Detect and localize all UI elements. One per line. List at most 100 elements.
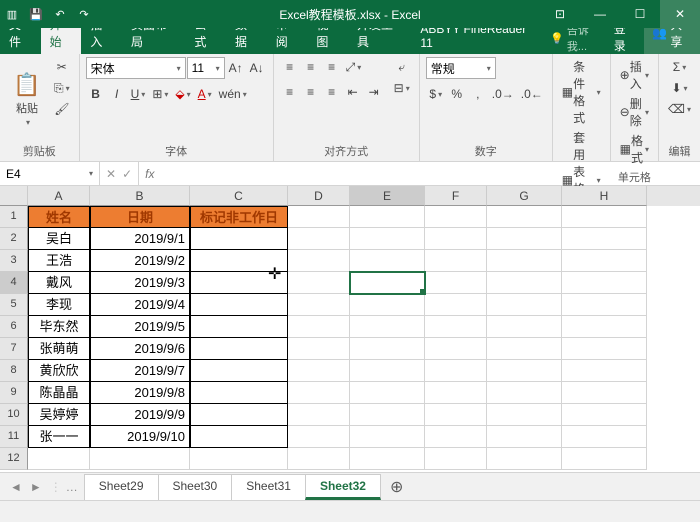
maximize-icon[interactable]: ☐ — [620, 0, 660, 28]
italic-button[interactable]: I — [107, 84, 127, 104]
cell[interactable] — [190, 272, 288, 294]
cell[interactable] — [350, 228, 425, 250]
sheet-tab[interactable]: Sheet29 — [84, 474, 159, 500]
wrap-text-icon[interactable]: ⤶ — [391, 57, 413, 77]
cell[interactable] — [562, 448, 647, 470]
app-menu-icon[interactable]: ▥ — [0, 8, 24, 21]
cell[interactable]: 2019/9/10 — [90, 426, 190, 448]
row-header[interactable]: 8 — [0, 360, 28, 382]
cell[interactable] — [487, 294, 562, 316]
accept-formula-icon[interactable]: ✓ — [122, 167, 132, 181]
cell[interactable] — [425, 404, 487, 426]
cell[interactable] — [350, 272, 425, 294]
decrease-font-icon[interactable]: A↓ — [247, 57, 267, 79]
cell[interactable] — [425, 272, 487, 294]
cell[interactable] — [425, 360, 487, 382]
cell[interactable]: 日期 — [90, 206, 190, 228]
undo-icon[interactable]: ↶ — [48, 8, 72, 21]
delete-cells-button[interactable]: ⊖ 删除▾ — [617, 94, 652, 130]
clear-icon[interactable]: ⌫▾ — [665, 99, 694, 119]
cell[interactable] — [288, 448, 350, 470]
cell[interactable]: 2019/9/2 — [90, 250, 190, 272]
cell[interactable] — [562, 250, 647, 272]
cell[interactable] — [350, 382, 425, 404]
cell[interactable]: 李现 — [28, 294, 90, 316]
save-icon[interactable]: 💾 — [24, 8, 48, 21]
underline-button[interactable]: U▾ — [128, 84, 149, 104]
align-middle-icon[interactable]: ≡ — [301, 57, 321, 77]
decrease-decimal-icon[interactable]: .0← — [518, 84, 546, 104]
cell[interactable]: 张一一 — [28, 426, 90, 448]
cell[interactable] — [350, 426, 425, 448]
row-header[interactable]: 9 — [0, 382, 28, 404]
cell[interactable] — [288, 272, 350, 294]
help-icon[interactable]: ⊡ — [540, 0, 580, 28]
cell[interactable] — [425, 338, 487, 360]
cell[interactable] — [350, 250, 425, 272]
cell[interactable]: 毕东然 — [28, 316, 90, 338]
row-header[interactable]: 3 — [0, 250, 28, 272]
border-button[interactable]: ⊞▾ — [149, 84, 171, 104]
cell[interactable] — [487, 250, 562, 272]
cell[interactable] — [288, 360, 350, 382]
cell[interactable] — [288, 316, 350, 338]
cell[interactable] — [425, 206, 487, 228]
cell[interactable] — [190, 228, 288, 250]
cut-icon[interactable]: ✂ — [51, 57, 73, 77]
cell[interactable] — [190, 360, 288, 382]
col-header-H[interactable]: H — [562, 186, 647, 206]
align-right-icon[interactable]: ≡ — [322, 82, 342, 102]
increase-decimal-icon[interactable]: .0→ — [489, 84, 517, 104]
cell[interactable] — [190, 426, 288, 448]
sheet-nav-prev-icon[interactable]: ◄ — [6, 480, 26, 494]
col-header-G[interactable]: G — [487, 186, 562, 206]
row-header[interactable]: 7 — [0, 338, 28, 360]
format-painter-icon[interactable]: 🖌 — [51, 99, 73, 119]
insert-cells-button[interactable]: ⊕ 插入▾ — [617, 57, 652, 93]
cell[interactable] — [487, 206, 562, 228]
cell[interactable]: 2019/9/4 — [90, 294, 190, 316]
cell[interactable] — [562, 382, 647, 404]
row-header[interactable]: 11 — [0, 426, 28, 448]
row-header[interactable]: 6 — [0, 316, 28, 338]
format-cells-button[interactable]: ▦ 格式▾ — [617, 131, 652, 167]
cell[interactable]: 2019/9/1 — [90, 228, 190, 250]
cell[interactable]: 2019/9/5 — [90, 316, 190, 338]
font-size-select[interactable]: 11▾ — [187, 57, 225, 79]
cell[interactable] — [487, 272, 562, 294]
cell[interactable] — [190, 448, 288, 470]
row-header[interactable]: 12 — [0, 448, 28, 470]
redo-icon[interactable]: ↷ — [72, 8, 96, 21]
sheet-tab[interactable]: Sheet32 — [305, 474, 381, 500]
cell[interactable] — [425, 382, 487, 404]
cell[interactable] — [425, 426, 487, 448]
row-header[interactable]: 4 — [0, 272, 28, 294]
cell[interactable] — [350, 338, 425, 360]
sheet-nav-next-icon[interactable]: ► — [26, 480, 46, 494]
col-header-B[interactable]: B — [90, 186, 190, 206]
name-box[interactable]: E4▾ — [0, 162, 100, 185]
row-header[interactable]: 5 — [0, 294, 28, 316]
col-header-F[interactable]: F — [425, 186, 487, 206]
cell[interactable] — [562, 228, 647, 250]
cell[interactable] — [562, 360, 647, 382]
cell[interactable] — [190, 316, 288, 338]
cell[interactable] — [425, 448, 487, 470]
cell[interactable] — [90, 448, 190, 470]
cell[interactable] — [288, 426, 350, 448]
cell[interactable] — [562, 272, 647, 294]
cell[interactable] — [190, 404, 288, 426]
cell[interactable] — [562, 338, 647, 360]
bold-button[interactable]: B — [86, 84, 106, 104]
paste-button[interactable]: 📋 粘贴 ▾ — [6, 57, 48, 141]
cell[interactable] — [487, 360, 562, 382]
cell[interactable]: 吴白 — [28, 228, 90, 250]
minimize-icon[interactable]: — — [580, 0, 620, 28]
fill-color-button[interactable]: ⬙▾ — [172, 84, 193, 104]
fx-icon[interactable]: fx — [139, 167, 160, 181]
col-header-A[interactable]: A — [28, 186, 90, 206]
cell[interactable] — [350, 360, 425, 382]
cell[interactable]: 吴婷婷 — [28, 404, 90, 426]
align-bottom-icon[interactable]: ≡ — [322, 57, 342, 77]
cell[interactable]: 戴风 — [28, 272, 90, 294]
